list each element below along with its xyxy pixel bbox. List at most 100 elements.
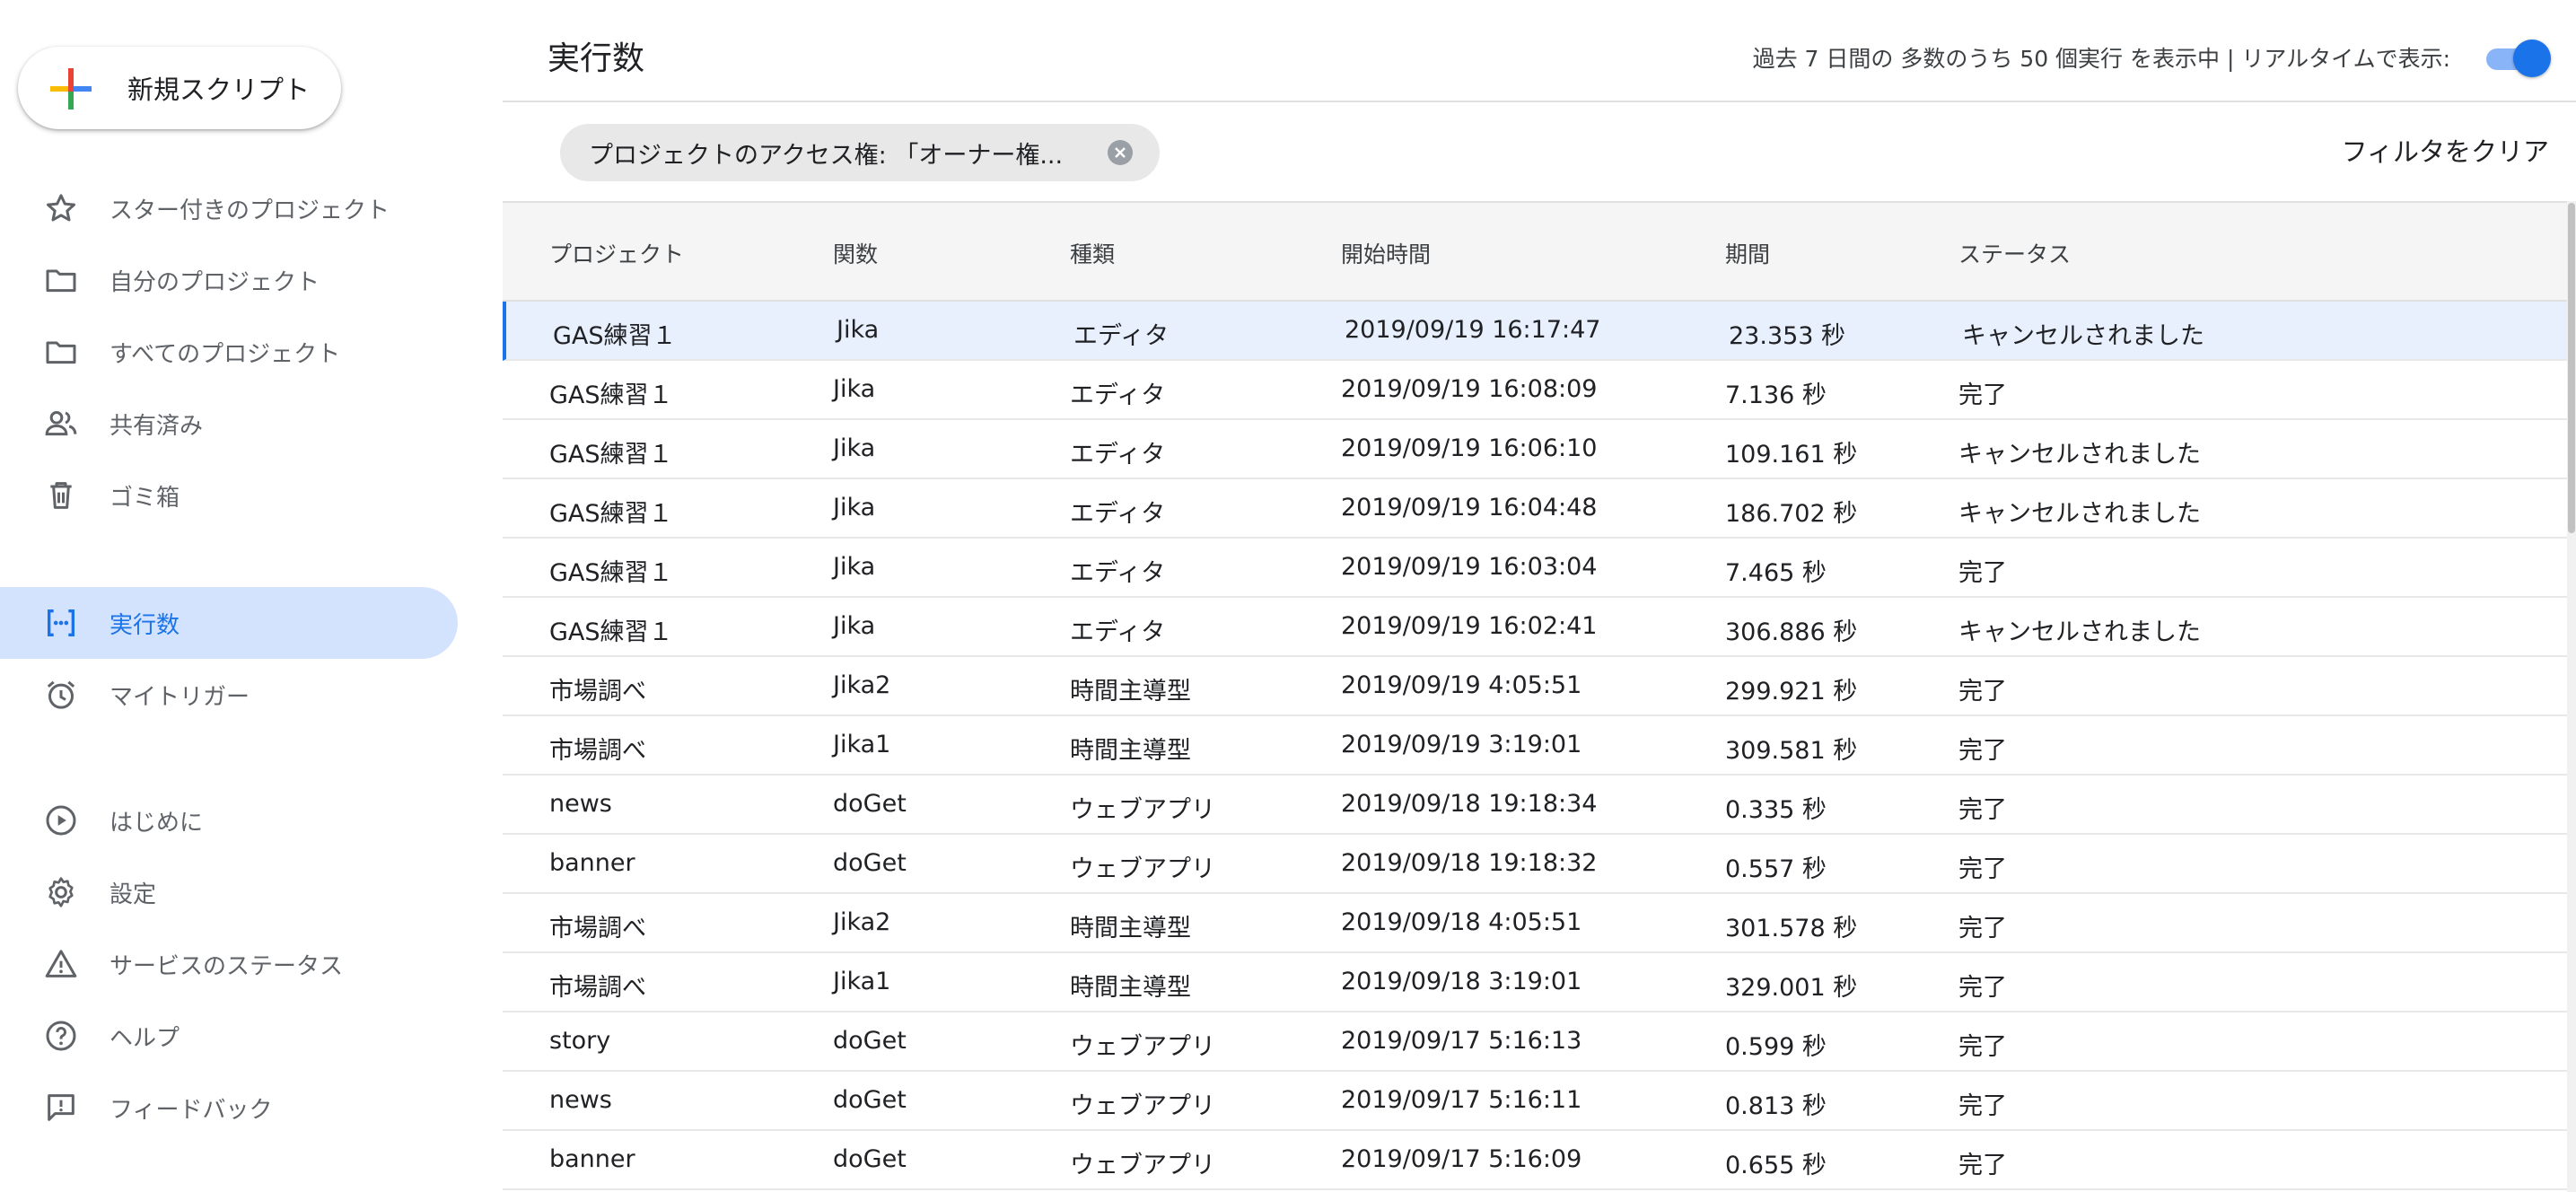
sidebar-item-executions[interactable]: 実行数 — [0, 587, 458, 659]
cell-start-time: 2019/09/18 4:05:51 — [1341, 908, 1582, 936]
cell-function: doGet — [833, 790, 907, 818]
cell-project: news — [549, 1086, 612, 1114]
column-header-duration[interactable]: 期間 — [1725, 237, 1770, 269]
star-icon — [43, 190, 79, 226]
cell-status: 完了 — [1958, 1092, 2007, 1120]
cell-duration: 0.557 秒 — [1725, 855, 1827, 883]
table-row[interactable]: GAS練習１ Jika エディタ 2019/09/19 16:03:04 7.465 秒… — [503, 539, 2567, 598]
folder-icon — [43, 334, 79, 370]
cell-function: Jika2 — [833, 671, 891, 699]
sidebar-item-starred[interactable]: スター付きのプロジェクト — [0, 172, 458, 244]
sidebar-item-all-projects[interactable]: すべてのプロジェクト — [0, 316, 458, 388]
cell-type: エディタ — [1073, 322, 1170, 350]
cell-project: 市場調べ — [549, 915, 646, 942]
cell-duration: 7.465 秒 — [1725, 559, 1827, 587]
sidebar-item-shared[interactable]: 共有済み — [0, 388, 458, 460]
cell-start-time: 2019/09/18 3:19:01 — [1341, 968, 1582, 995]
cell-project: GAS練習１ — [549, 559, 673, 587]
scrollbar-thumb[interactable] — [2568, 203, 2575, 533]
cell-status: 完了 — [1958, 974, 2007, 1002]
table-row[interactable]: banner doGet ウェブアプリ 2019/09/17 5:16:09 0.655… — [503, 1131, 2567, 1190]
sidebar-item-help[interactable]: ヘルプ — [0, 1000, 458, 1072]
sidebar-item-getting-started[interactable]: はじめに — [0, 784, 458, 856]
cell-type: 時間主導型 — [1070, 678, 1191, 706]
realtime-toggle[interactable] — [2483, 39, 2551, 77]
sidebar-item-feedback[interactable]: フィードバック — [0, 1072, 458, 1144]
table-row[interactable]: story doGet ウェブアプリ 2019/09/17 5:16:13 0.599 … — [503, 1012, 2567, 1072]
table-row[interactable]: GAS練習１ Jika エディタ 2019/09/19 16:06:10 109.161… — [503, 420, 2567, 479]
cell-status: 完了 — [1958, 1152, 2007, 1179]
column-header-project[interactable]: プロジェクト — [549, 237, 684, 269]
table-row[interactable]: GAS練習１ Jika エディタ 2019/09/19 16:04:48 186.702… — [503, 479, 2567, 539]
table-row[interactable]: news doGet ウェブアプリ 2019/09/18 19:18:34 0.335 … — [503, 776, 2567, 835]
table-row[interactable]: 市場調べ Jika2 時間主導型 2019/09/19 4:05:51 299.921 … — [503, 657, 2567, 716]
table-row[interactable]: banner doGet ウェブアプリ 2019/09/18 19:18:32 0.55… — [503, 835, 2567, 894]
warning-icon — [43, 946, 79, 982]
cell-function: doGet — [833, 1086, 907, 1114]
cell-type: ウェブアプリ — [1070, 855, 1215, 883]
column-header-status[interactable]: ステータス — [1958, 237, 2071, 269]
table-header: プロジェクト 関数 種類 開始時間 期間 ステータス — [503, 201, 2567, 302]
cell-function: Jika — [833, 553, 876, 581]
clear-filter-button[interactable]: フィルタをクリア — [2342, 131, 2549, 169]
cell-status: キャンセルされました — [1958, 500, 2201, 528]
cell-status: 完了 — [1958, 381, 2007, 409]
cell-project: GAS練習１ — [549, 381, 673, 409]
cell-start-time: 2019/09/19 4:05:51 — [1341, 671, 1582, 699]
page-title: 実行数 — [548, 40, 645, 77]
cell-project: 市場調べ — [549, 974, 646, 1002]
sidebar-item-label: 設定 — [110, 881, 157, 908]
sidebar-item-trash[interactable]: ゴミ箱 — [0, 460, 458, 531]
cell-function: Jika — [833, 612, 876, 640]
cell-status: 完了 — [1958, 915, 2007, 942]
cell-start-time: 2019/09/19 16:08:09 — [1341, 375, 1598, 403]
column-header-start-time[interactable]: 開始時間 — [1341, 237, 1431, 269]
sidebar-item-label: すべてのプロジェクト — [110, 340, 341, 368]
cell-project: 市場調べ — [549, 678, 646, 706]
table-row[interactable]: GAS練習１ Jika エディタ 2019/09/19 16:17:47 23.353 … — [503, 302, 2567, 361]
table-row[interactable]: 市場調べ Jika1 時間主導型 2019/09/18 3:19:01 329.001 … — [503, 953, 2567, 1012]
cell-start-time: 2019/09/18 19:18:32 — [1341, 849, 1598, 877]
folder-icon — [43, 262, 79, 298]
cell-type: 時間主導型 — [1070, 915, 1191, 942]
sidebar-item-my-projects[interactable]: 自分のプロジェクト — [0, 244, 458, 316]
toggle-knob — [2513, 39, 2551, 77]
main-content: 実行数 過去 7 日間の 多数のうち 50 個実行 を表示中 | リアルタイムで… — [503, 0, 2576, 1192]
table-row[interactable]: 市場調べ Jika2 時間主導型 2019/09/18 4:05:51 301.578 … — [503, 894, 2567, 953]
cell-duration: 301.578 秒 — [1725, 915, 1858, 942]
cell-duration: 0.599 秒 — [1725, 1033, 1827, 1061]
column-header-type[interactable]: 種類 — [1070, 237, 1115, 269]
cell-start-time: 2019/09/17 5:16:11 — [1341, 1086, 1582, 1114]
cell-function: Jika — [833, 494, 876, 522]
sidebar-item-my-triggers[interactable]: マイトリガー — [0, 659, 458, 731]
new-script-button[interactable]: 新規スクリプト — [18, 47, 341, 129]
cell-project: GAS練習１ — [553, 322, 677, 350]
column-header-function[interactable]: 関数 — [833, 237, 878, 269]
sidebar-item-settings[interactable]: 設定 — [0, 856, 458, 928]
cell-project: GAS練習１ — [549, 618, 673, 646]
page-header: 実行数 過去 7 日間の 多数のうち 50 個実行 を表示中 | リアルタイムで… — [503, 0, 2576, 102]
cell-duration: 0.655 秒 — [1725, 1152, 1827, 1179]
cell-project: story — [549, 1027, 611, 1055]
sidebar-item-label: 共有済み — [110, 412, 204, 440]
table-row[interactable]: GAS練習１ Jika エディタ 2019/09/19 16:08:09 7.136 秒… — [503, 361, 2567, 420]
sidebar-item-service-status[interactable]: サービスのステータス — [0, 928, 458, 1000]
cell-project: 市場調べ — [549, 737, 646, 765]
cell-duration: 306.886 秒 — [1725, 618, 1858, 646]
table-row[interactable]: 市場調べ Jika1 時間主導型 2019/09/19 3:19:01 309.581 … — [503, 716, 2567, 776]
cell-start-time: 2019/09/19 16:02:41 — [1341, 612, 1598, 640]
table-row[interactable]: GAS練習１ Jika エディタ 2019/09/19 16:02:41 306.886… — [503, 598, 2567, 657]
close-icon[interactable] — [1108, 140, 1133, 165]
cell-type: ウェブアプリ — [1070, 1152, 1215, 1179]
plus-icon — [50, 68, 92, 110]
play-circle-icon — [43, 802, 79, 838]
help-icon — [43, 1018, 79, 1054]
cell-function: Jika — [837, 316, 880, 344]
scrollbar[interactable] — [2567, 201, 2576, 1192]
cell-project: GAS練習１ — [549, 441, 673, 469]
filter-bar: プロジェクトのアクセス権: 「オーナー権... フィルタをクリア — [503, 102, 2576, 201]
cell-function: doGet — [833, 849, 907, 877]
table-row[interactable]: news doGet ウェブアプリ 2019/09/17 5:16:11 0.813 秒… — [503, 1072, 2567, 1131]
filter-chip-project-access[interactable]: プロジェクトのアクセス権: 「オーナー権... — [560, 124, 1160, 181]
cell-duration: 0.813 秒 — [1725, 1092, 1827, 1120]
